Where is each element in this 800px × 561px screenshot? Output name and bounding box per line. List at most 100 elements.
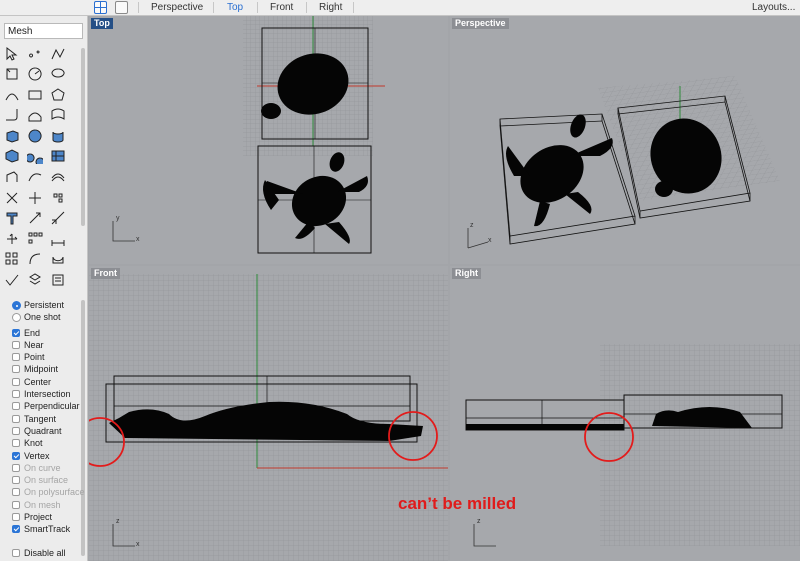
curve-edit-icon[interactable] (2, 65, 22, 84)
viewport-title-perspective[interactable]: Perspective (452, 18, 509, 29)
array-icon[interactable] (25, 229, 45, 248)
layer-icon[interactable] (25, 271, 45, 290)
osnap-checkbox[interactable] (12, 402, 20, 411)
scale-icon[interactable] (48, 209, 68, 228)
svg-text:y: y (116, 215, 120, 222)
svg-text:x: x (136, 236, 140, 243)
transform-icon[interactable] (25, 209, 45, 228)
osnap-checkbox[interactable] (12, 414, 20, 423)
osnap-label: On polysurface (24, 487, 85, 498)
osnap-mode-one-shot[interactable]: One shot (12, 312, 88, 324)
osnap-on-surface: On surface (12, 475, 88, 487)
osnap-label: On curve (24, 462, 61, 473)
four-viewport-layout-icon[interactable] (94, 1, 107, 14)
osnap-center[interactable]: Center (12, 377, 88, 389)
osnap-label: Project (24, 512, 53, 523)
osnap-checkbox[interactable] (12, 365, 20, 374)
grid-array-icon[interactable] (2, 250, 22, 269)
osnap-on-mesh: On mesh (12, 500, 88, 512)
viewport-top[interactable]: y x Top (89, 16, 448, 264)
osnap-checkbox[interactable] (12, 525, 20, 534)
osnap-midpoint[interactable]: Midpoint (12, 364, 88, 376)
viewport-title-front[interactable]: Front (91, 268, 120, 279)
cylinder-icon[interactable] (48, 126, 68, 145)
ellipse-icon[interactable] (48, 65, 68, 84)
trim-icon[interactable] (25, 188, 45, 207)
point-icon[interactable] (25, 44, 45, 63)
axis-indicator (467, 228, 489, 249)
viewport-tab-bar: Perspective Top Front Right Layouts... (0, 0, 800, 16)
split-icon[interactable] (2, 188, 22, 207)
gumball-icon[interactable] (2, 229, 22, 248)
select-arrow-icon[interactable] (2, 44, 22, 63)
turtle-body-top-view (263, 152, 368, 244)
render-icon[interactable] (48, 250, 68, 269)
rectangle-icon[interactable] (25, 85, 45, 104)
osnap-checkbox[interactable] (12, 390, 20, 399)
osnap-checkbox[interactable] (12, 426, 20, 435)
analyze-check-icon[interactable] (2, 271, 22, 290)
viewport-title-right[interactable]: Right (452, 268, 481, 279)
solid-edit-icon[interactable] (48, 147, 68, 166)
single-viewport-layout-icon[interactable] (115, 1, 128, 14)
command-input[interactable] (4, 23, 83, 39)
tab-top[interactable]: Top (227, 2, 243, 13)
blend-icon[interactable] (25, 168, 45, 187)
osnap-mode-persistent[interactable]: Persistent (12, 300, 88, 312)
osnap-perpendicular[interactable]: Perpendicular (12, 401, 88, 413)
viewport-perspective[interactable]: z x Perspective (450, 16, 800, 264)
fillet-icon[interactable] (2, 106, 22, 125)
boolean-icon[interactable] (25, 147, 45, 166)
bend-icon[interactable] (25, 250, 45, 269)
osnap-near[interactable]: Near (12, 340, 88, 352)
surface-from-curves-icon[interactable] (48, 106, 68, 125)
osnap-checkbox[interactable] (12, 377, 20, 386)
osnap-point[interactable]: Point (12, 352, 88, 364)
osnap-label: End (24, 327, 41, 338)
osnap-quadrant[interactable]: Quadrant (12, 426, 88, 438)
viewport-right[interactable]: z Right (450, 266, 800, 561)
osnap-knot[interactable]: Knot (12, 438, 88, 450)
osnap-checkbox[interactable] (12, 439, 20, 448)
layouts-button[interactable]: Layouts... (752, 2, 795, 13)
osnap-tangent[interactable]: Tangent (12, 414, 88, 426)
mesh-icon[interactable] (2, 147, 22, 166)
polygon-icon[interactable] (48, 85, 68, 104)
tab-front[interactable]: Front (270, 2, 293, 13)
viewport-title-top[interactable]: Top (91, 18, 113, 29)
osnap-checkbox[interactable] (12, 353, 20, 362)
sphere-icon[interactable] (25, 126, 45, 145)
construction-grid (600, 344, 800, 546)
turtle-body-perspective (506, 114, 613, 227)
osnap-vertex[interactable]: Vertex (12, 451, 88, 463)
osnap-checkbox[interactable] (12, 513, 20, 522)
osnap-checkbox[interactable] (12, 451, 20, 460)
circle-icon[interactable] (25, 65, 45, 84)
toolbar-scrollbar[interactable] (81, 48, 85, 226)
dimension-icon[interactable] (48, 229, 68, 248)
osnap-end[interactable]: End (12, 328, 88, 340)
tab-right[interactable]: Right (319, 2, 342, 13)
osnap-checkbox[interactable] (12, 328, 20, 337)
box-solid-icon[interactable] (2, 126, 22, 145)
viewport-front[interactable]: z x Front (89, 266, 448, 561)
osnap-intersection[interactable]: Intersection (12, 389, 88, 401)
arc-icon[interactable] (2, 85, 22, 104)
tab-perspective[interactable]: Perspective (151, 2, 203, 13)
osnap-checkbox (12, 463, 20, 472)
osnap-smarttrack[interactable]: SmartTrack (12, 524, 88, 536)
offset-icon[interactable] (48, 168, 68, 187)
osnap-project[interactable]: Project (12, 512, 88, 524)
radio-one-shot[interactable] (12, 313, 21, 323)
properties-icon[interactable] (48, 271, 68, 290)
polyline-icon[interactable] (48, 44, 68, 63)
extrude-icon[interactable] (2, 168, 22, 187)
surface-edit-icon[interactable] (25, 106, 45, 125)
svg-text:z: z (116, 518, 120, 525)
text-icon[interactable] (2, 209, 22, 228)
osnap-checkbox[interactable] (12, 340, 20, 349)
disable-all-checkbox[interactable] (12, 549, 20, 557)
svg-text:x: x (488, 237, 492, 244)
explode-icon[interactable] (48, 188, 68, 207)
radio-persistent[interactable] (12, 301, 21, 310)
